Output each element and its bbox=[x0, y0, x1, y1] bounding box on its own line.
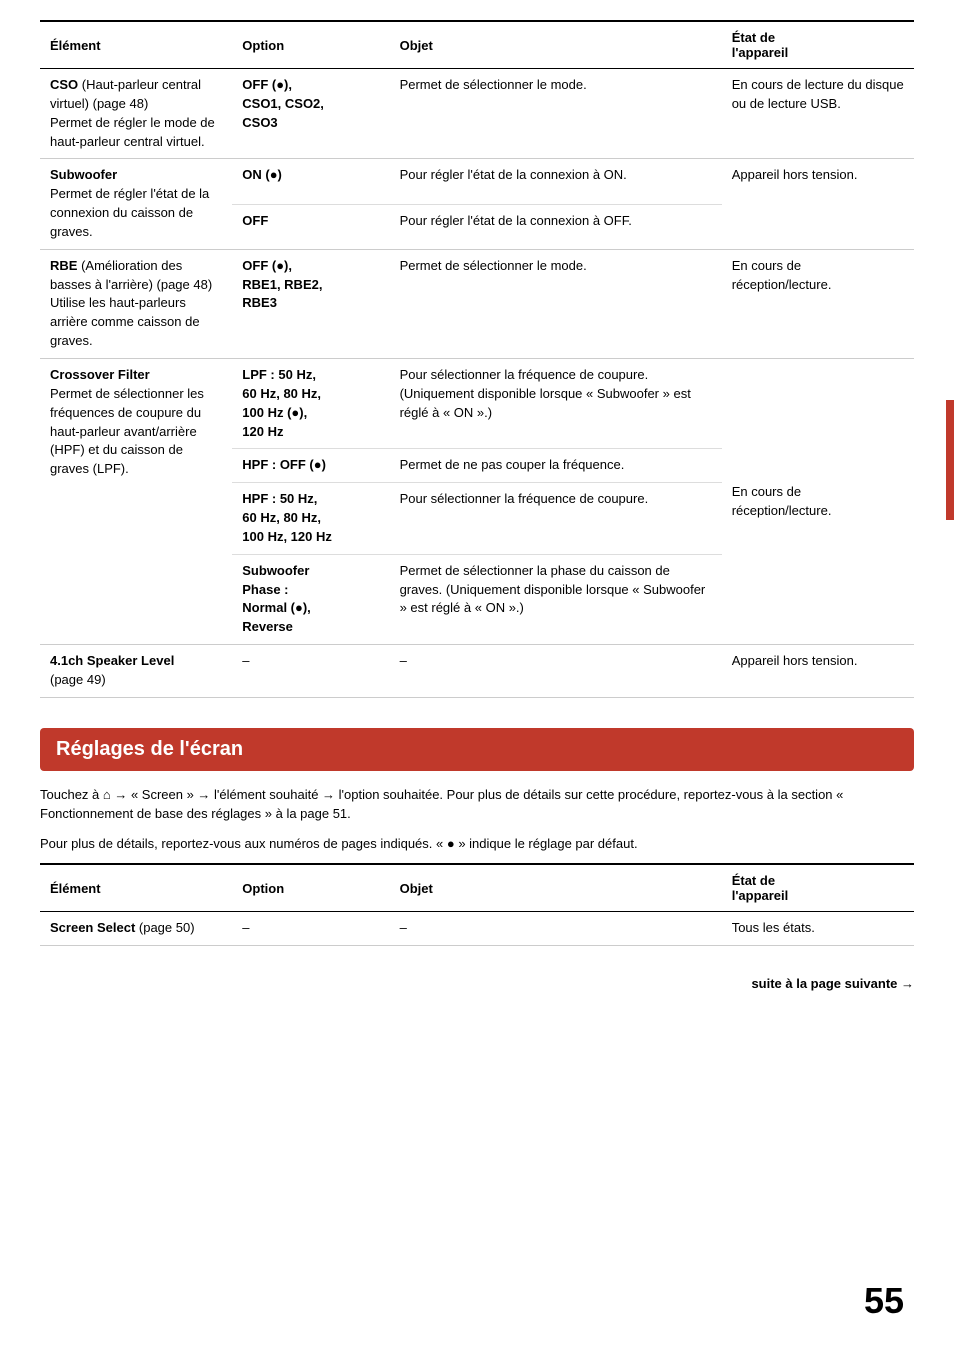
th2-object: Objet bbox=[390, 864, 722, 912]
object-hpf-off: Permet de ne pas couper la fréquence. bbox=[390, 449, 722, 483]
option-cso: OFF (●),CSO1, CSO2,CSO3 bbox=[232, 69, 389, 159]
object-speaker-level: – bbox=[390, 645, 722, 698]
state-rbe: En cours de réception/lecture. bbox=[722, 249, 914, 358]
table-row: RBE (Amélioration des basses à l'arrière… bbox=[40, 249, 914, 358]
th-element: Élément bbox=[40, 21, 232, 69]
state-screen-select: Tous les états. bbox=[722, 912, 914, 946]
object-sub-off: Pour régler l'état de la connexion à OFF… bbox=[390, 204, 722, 249]
section-intro-2: Pour plus de détails, reportez-vous aux … bbox=[40, 834, 914, 854]
object-hpf-hz: Pour sélectionner la fréquence de coupur… bbox=[390, 483, 722, 555]
second-table: Élément Option Objet État de l'appareil … bbox=[40, 863, 914, 946]
option-lpf: LPF : 50 Hz,60 Hz, 80 Hz,100 Hz (●),120 … bbox=[232, 358, 389, 448]
element-crossover: Crossover Filter Permet de sélectionner … bbox=[40, 358, 232, 644]
object-lpf: Pour sélectionner la fréquence de coupur… bbox=[390, 358, 722, 448]
table-row: CSO (Haut-parleur central virtuel) (page… bbox=[40, 69, 914, 159]
option-rbe: OFF (●),RBE1, RBE2,RBE3 bbox=[232, 249, 389, 358]
option-hpf-off: HPF : OFF (●) bbox=[232, 449, 389, 483]
section-header: Réglages de l'écran bbox=[40, 728, 914, 771]
red-accent-bar bbox=[946, 400, 954, 520]
state-cso: En cours de lecture du disque ou de lect… bbox=[722, 69, 914, 159]
option-sub-phase: SubwooferPhase :Normal (●),Reverse bbox=[232, 554, 389, 644]
table-row: Screen Select (page 50) – – Tous les éta… bbox=[40, 912, 914, 946]
table-row: Subwoofer Permet de régler l'état de la … bbox=[40, 159, 914, 204]
object-screen-select: – bbox=[390, 912, 722, 946]
object-sub-on: Pour régler l'état de la connexion à ON. bbox=[390, 159, 722, 204]
element-rbe: RBE (Amélioration des basses à l'arrière… bbox=[40, 249, 232, 358]
option-sub-off: OFF bbox=[232, 204, 389, 249]
page-number: 55 bbox=[864, 1280, 904, 1322]
th2-element: Élément bbox=[40, 864, 232, 912]
th-state: État de l'appareil bbox=[722, 21, 914, 69]
main-table: Élément Option Objet État de l'appareil … bbox=[40, 20, 914, 698]
th-option: Option bbox=[232, 21, 389, 69]
element-cso: CSO (Haut-parleur central virtuel) (page… bbox=[40, 69, 232, 159]
element-speaker-level: 4.1ch Speaker Level (page 49) bbox=[40, 645, 232, 698]
state-crossover: En cours de réception/lecture. bbox=[722, 358, 914, 644]
element-screen-select: Screen Select (page 50) bbox=[40, 912, 232, 946]
option-speaker-level: – bbox=[232, 645, 389, 698]
element-bold: CSO bbox=[50, 77, 78, 92]
table-row: Crossover Filter Permet de sélectionner … bbox=[40, 358, 914, 448]
option-screen-select: – bbox=[232, 912, 389, 946]
section-intro-1: Touchez à ⌂ → « Screen » → l'élément sou… bbox=[40, 785, 914, 824]
state-subwoofer: Appareil hors tension. bbox=[722, 159, 914, 249]
th2-state: État de l'appareil bbox=[722, 864, 914, 912]
option-hpf-hz: HPF : 50 Hz,60 Hz, 80 Hz,100 Hz, 120 Hz bbox=[232, 483, 389, 555]
th2-option: Option bbox=[232, 864, 389, 912]
next-page-label: suite à la page suivante → bbox=[40, 976, 914, 991]
object-sub-phase: Permet de sélectionner la phase du caiss… bbox=[390, 554, 722, 644]
state-speaker-level: Appareil hors tension. bbox=[722, 645, 914, 698]
element-subwoofer: Subwoofer Permet de régler l'état de la … bbox=[40, 159, 232, 249]
object-cso: Permet de sélectionner le mode. bbox=[390, 69, 722, 159]
option-sub-on: ON (●) bbox=[232, 159, 389, 204]
th-object: Objet bbox=[390, 21, 722, 69]
table-row: 4.1ch Speaker Level (page 49) – – Appare… bbox=[40, 645, 914, 698]
object-rbe: Permet de sélectionner le mode. bbox=[390, 249, 722, 358]
